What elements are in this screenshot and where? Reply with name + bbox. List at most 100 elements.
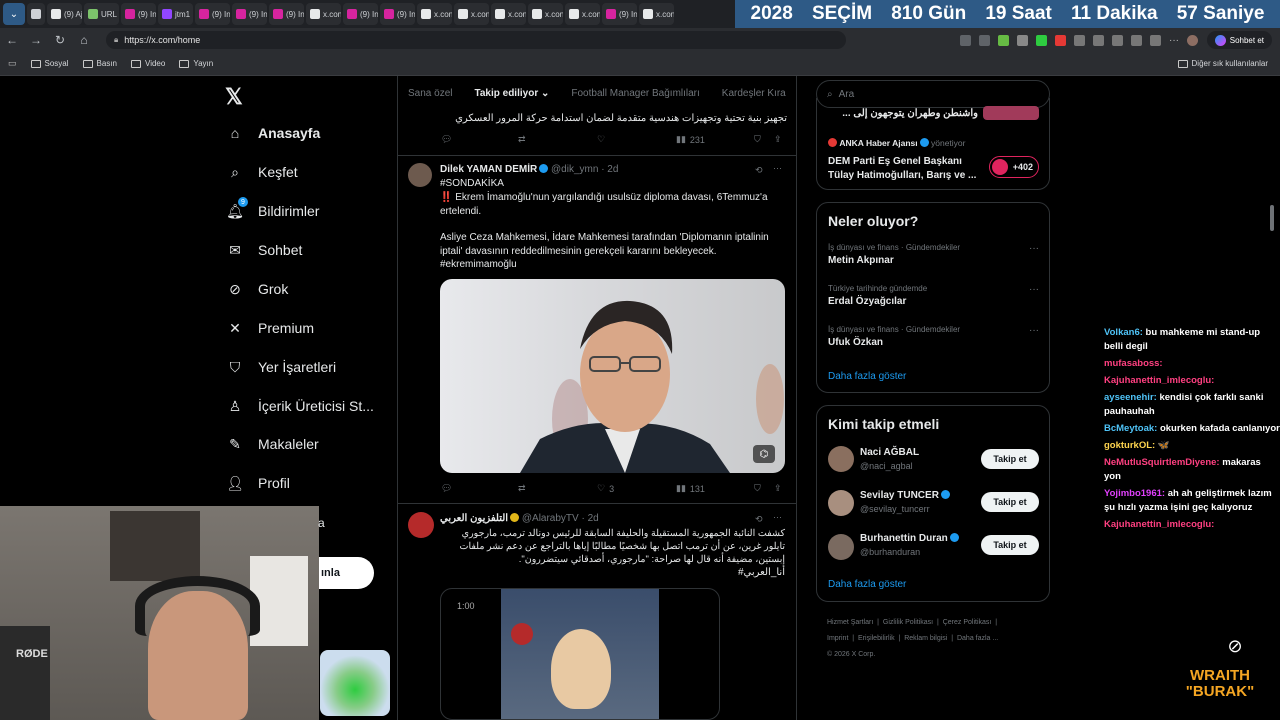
show-more-link[interactable]: Daha fazla göster [828,371,906,382]
post-photo[interactable]: ⌬ [440,279,785,473]
news-item[interactable]: واشنطن وطهران يتوجهون إلى ... [828,108,978,119]
url-input[interactable]: 🔒︎ https://x.com/home [106,31,846,49]
nav-item-x[interactable]: ✕ Premium [226,316,314,340]
tab-list-siblings[interactable]: Kardeşler Kıra [722,88,786,99]
hashtag[interactable]: #أنا_العربي [700,566,785,580]
reload-icon[interactable]: ↻ [48,33,72,47]
browser-tab[interactable]: x.con [639,3,674,25]
x-logo-icon[interactable]: 𝕏 [225,84,243,110]
browser-tab[interactable]: (9) Aj [47,3,82,25]
extension-icon[interactable] [1112,34,1123,46]
share-icon[interactable]: ⇪ [774,134,782,145]
profile-avatar[interactable] [1187,34,1198,46]
who-name[interactable]: Naci AĞBAL [860,447,919,458]
extension-icon[interactable] [979,34,990,46]
extension-icon[interactable] [1036,34,1047,46]
footer-link[interactable]: Daha fazla ... [957,635,998,642]
page-scrollbar[interactable] [1270,205,1274,231]
post-video[interactable]: 1:00 [440,588,720,720]
bookmark-folder-video[interactable]: Video [131,59,165,68]
extension-icon[interactable] [998,34,1009,46]
browser-tab[interactable]: (9) In [343,3,378,25]
news-headline[interactable]: DEM Parti Eş Genel Başkanı Tülay Hatimoğ… [828,155,978,183]
browser-tab[interactable]: x.con [454,3,489,25]
footer-link[interactable]: Erişilebilirlik [858,635,895,642]
views-stat[interactable]: ▮▮ 131 [676,483,705,494]
browser-tab[interactable]: (9) In [121,3,156,25]
trend-item[interactable]: İş dünyası ve finans · Gündemdekiler Meti… [828,243,960,266]
repost-icon[interactable]: ⇄ [518,483,526,494]
share-icon[interactable]: ⇪ [774,483,782,494]
sidebar-toggle-icon[interactable]: ▭ [8,58,17,69]
repost-icon[interactable]: ⇄ [518,134,526,145]
author-handle[interactable]: @AlarabyTV · 2d [522,513,599,524]
more-icon[interactable]: ··· [773,163,782,173]
nav-item-mail[interactable]: ✉ Sohbet [226,238,302,262]
browser-tab[interactable]: (9) In [195,3,230,25]
extension-icon[interactable] [1017,34,1028,46]
reply-icon[interactable]: 💬︎ [441,483,452,494]
nav-item-bell[interactable]: 🔔︎ 9 Bildirimler [226,197,319,223]
news-card[interactable]: واشنطن وطهران يتوجهون إلى ... ANKA Haber… [816,98,1050,190]
extension-icon[interactable] [1131,34,1142,46]
footer-link[interactable]: Reklam bilgisi [904,635,947,642]
nav-item-home[interactable]: ⌂ Anasayfa [226,121,321,145]
grok-icon[interactable]: ⟲ [755,514,763,525]
nav-item-bookmark[interactable]: ⛉ Yer İşaretleri [226,355,336,379]
tab-following[interactable]: Takip ediliyor ⌄ [474,88,549,99]
like-stat[interactable]: ♡ 3 [597,483,614,494]
browser-tab[interactable]: (9) In [232,3,267,25]
avatar[interactable] [408,163,432,187]
browser-tab[interactable]: (9) In [380,3,415,25]
tab-list-icon[interactable]: ⌄ [3,3,25,25]
views-stat[interactable]: ▮▮ 231 [676,134,705,145]
home-browser-icon[interactable]: ⌂ [72,33,96,47]
nav-item-search[interactable]: ⌕ Keşfet [226,160,298,184]
browser-tab[interactable]: x.con [491,3,526,25]
nav-item-person[interactable]: 👤︎ Profil [226,471,290,495]
back-icon[interactable]: ← [0,33,24,47]
grok-floating-icon[interactable]: ⊘ [1223,634,1247,658]
tab-list-football[interactable]: Football Manager Bağımlıları [571,88,699,99]
browser-tab[interactable]: jtm1 [158,3,193,25]
hashtag[interactable]: #SONDAKİKA [440,177,504,191]
extension-icon[interactable] [1074,34,1085,46]
post-button[interactable]: ınla [319,557,374,589]
who-name[interactable]: Sevilay TUNCER [860,490,950,501]
avatar[interactable] [828,490,854,516]
nav-item-grok[interactable]: ⊘ Grok [226,277,288,301]
browser-tab[interactable] [27,3,45,25]
tab-for-you[interactable]: Sana özel [408,88,452,99]
avatar[interactable] [828,446,854,472]
browser-tab[interactable]: x.con [306,3,341,25]
more-icon[interactable]: ··· [1029,325,1039,336]
browser-tab[interactable]: (9) In [269,3,304,25]
browser-tab[interactable]: x.con [528,3,563,25]
extension-icon[interactable] [1055,34,1066,46]
trend-item[interactable]: Türkiye tarihinde gündemde Erdal Özyağcıl… [828,284,927,307]
nav-item-creator[interactable]: ♙ İçerik Üreticisi St... [226,394,374,418]
browser-tab[interactable]: (9) In [602,3,637,25]
bookmark-icon[interactable]: ⛉ [754,483,761,494]
like-icon[interactable]: ♡ [597,134,605,145]
avatar[interactable] [408,512,434,538]
show-more-link[interactable]: Daha fazla göster [828,579,906,590]
bookmark-folder-sosyal[interactable]: Sosyal [30,59,69,68]
footer-link[interactable]: Imprint [827,635,848,642]
other-bookmarks[interactable]: Diğer sık kullanılanlar [1177,59,1268,68]
reply-icon[interactable]: 💬︎ [441,134,452,145]
bookmark-folder-basin[interactable]: Basın [82,59,117,68]
browser-tab[interactable]: x.con [417,3,452,25]
more-icon[interactable]: ··· [1169,35,1179,46]
footer-link[interactable]: Hizmet Şartları [827,619,873,626]
more-icon[interactable]: ··· [1029,284,1039,295]
browser-tab[interactable]: x.con [565,3,600,25]
extension-icon[interactable] [1150,34,1161,46]
hashtag[interactable]: #ekremimamoğlu [440,258,517,272]
footer-link[interactable]: Gizlilik Politikası [883,619,933,626]
follow-button[interactable]: Takip et [981,492,1039,512]
grok-icon[interactable]: ⟲ [755,165,763,176]
forward-icon[interactable]: → [24,33,48,47]
trend-item[interactable]: İş dünyası ve finans · Gündemdekiler Ufuk… [828,325,960,348]
extension-icon[interactable] [960,34,971,46]
